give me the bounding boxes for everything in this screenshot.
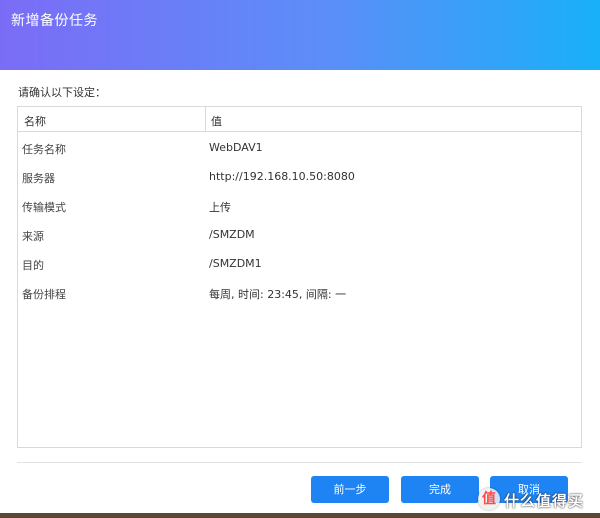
row-label-task-name: 任务名称 (22, 143, 66, 156)
row-value-destination: /SMZDM1 (209, 257, 262, 270)
row-value-task-name: WebDAV1 (209, 141, 263, 154)
row-label-transfer-mode: 传输模式 (22, 201, 66, 214)
column-header-name[interactable]: 名称 (24, 113, 46, 129)
dialog-title: 新增备份任务 (11, 13, 98, 29)
row-label-destination: 目的 (22, 259, 44, 272)
row-label-source: 来源 (22, 230, 44, 243)
background-strip (0, 513, 600, 518)
previous-step-button[interactable]: 前一步 (311, 476, 389, 503)
table-header: 名称 值 (18, 107, 581, 132)
table-row: 备份排程 每周, 时间: 23:45, 间隔: 一 (18, 279, 581, 308)
column-header-value[interactable]: 值 (211, 113, 222, 129)
new-backup-task-dialog: 新增备份任务 请确认以下设定： 名称 值 任务名称 WebDAV1 服务器 ht… (0, 0, 600, 518)
row-label-server: 服务器 (22, 172, 55, 185)
column-divider[interactable] (205, 107, 206, 132)
table-row: 服务器 http://192.168.10.50:8080 (18, 163, 581, 192)
table-row: 传输模式 上传 (18, 192, 581, 221)
row-value-backup-schedule: 每周, 时间: 23:45, 间隔: 一 (209, 288, 347, 301)
dialog-titlebar: 新增备份任务 (0, 0, 600, 70)
row-value-source: /SMZDM (209, 228, 255, 241)
finish-button[interactable]: 完成 (401, 476, 479, 503)
row-label-backup-schedule: 备份排程 (22, 288, 66, 301)
confirm-prompt: 请确认以下设定： (18, 86, 106, 99)
row-value-transfer-mode: 上传 (209, 201, 231, 214)
footer-divider (17, 462, 582, 463)
watermark-text: 什么值得买 (504, 492, 585, 510)
row-value-server: http://192.168.10.50:8080 (209, 170, 355, 183)
settings-summary-table: 名称 值 任务名称 WebDAV1 服务器 http://192.168.10.… (17, 106, 582, 448)
table-row: 任务名称 WebDAV1 (18, 134, 581, 163)
table-row: 目的 /SMZDM1 (18, 250, 581, 279)
table-row: 来源 /SMZDM (18, 221, 581, 250)
watermark-logo-icon: 值 (478, 488, 500, 510)
